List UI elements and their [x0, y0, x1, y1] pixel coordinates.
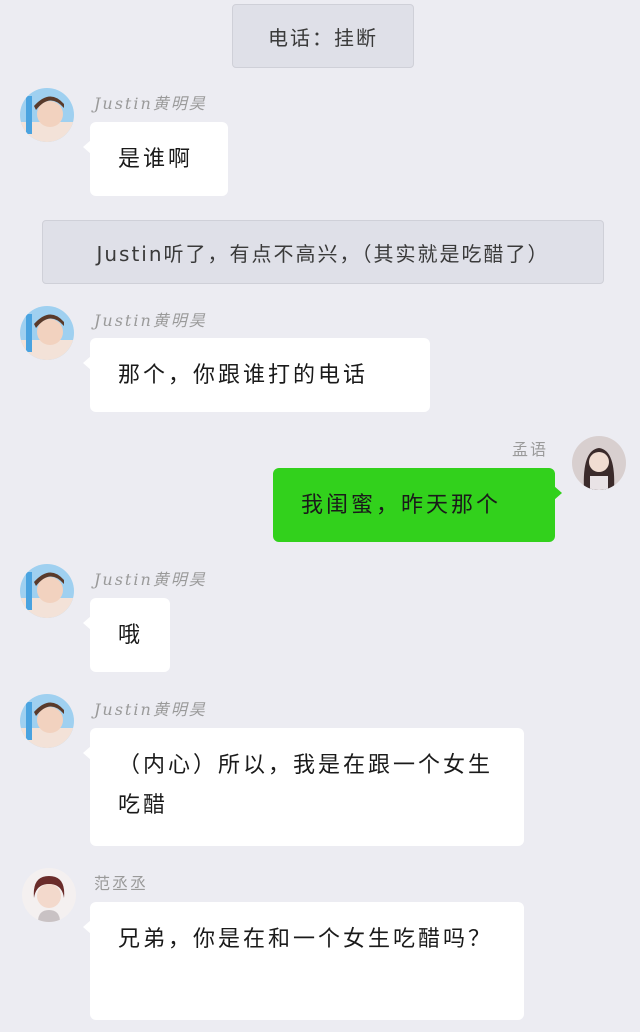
avatar-justin[interactable] [20, 88, 74, 142]
message-text: （内心）所以，我是在跟一个女生吃醋 [118, 753, 494, 818]
system-message-call-ended: 电话：挂断 [232, 4, 414, 68]
avatar-justin[interactable] [20, 694, 74, 748]
avatar-self-image [572, 436, 626, 490]
message-bubble[interactable]: 哦 [83, 598, 170, 672]
sender-name: Justin黄明昊 [94, 311, 207, 330]
message-bubble[interactable]: （内心）所以，我是在跟一个女生吃醋 [83, 728, 524, 846]
system-message-text: Justin听了，有点不高兴，（其实就是吃醋了） [96, 241, 550, 266]
system-message-narration: Justin听了，有点不高兴，（其实就是吃醋了） [42, 220, 604, 284]
avatar-justin-image [20, 88, 74, 142]
sender-name: Justin黄明昊 [94, 570, 207, 589]
message-text: 那个，你跟谁打的电话 [118, 363, 369, 388]
avatar-justin-image [20, 694, 74, 748]
avatar-justin[interactable] [20, 306, 74, 360]
sender-name-self: 孟语 [512, 440, 549, 459]
message-bubble[interactable]: 那个，你跟谁打的电话 [83, 338, 430, 412]
message-text: 我闺蜜，昨天那个 [301, 493, 502, 518]
sender-name: Justin黄明昊 [94, 94, 207, 113]
message-bubble-self[interactable]: 我闺蜜，昨天那个 [273, 468, 562, 542]
avatar-self[interactable] [572, 436, 626, 490]
avatar-justin-image [20, 564, 74, 618]
sender-name: 范丞丞 [94, 874, 149, 893]
message-text: 兄弟，你是在和一个女生吃醋吗？ [118, 927, 494, 952]
avatar-justin[interactable] [20, 564, 74, 618]
message-bubble[interactable]: 是谁啊 [83, 122, 228, 196]
sender-name: Justin黄明昊 [94, 700, 207, 719]
message-bubble[interactable]: 兄弟，你是在和一个女生吃醋吗？ [83, 902, 524, 1020]
chat-area: 电话：挂断 Justin黄明昊 是谁啊 Justin听了，有点不高兴，（其实就是… [0, 0, 640, 1032]
avatar-fan-image [22, 868, 76, 922]
avatar-fan[interactable] [22, 868, 76, 922]
avatar-justin-image [20, 306, 74, 360]
system-message-text: 电话：挂断 [268, 25, 378, 50]
message-text: 是谁啊 [118, 147, 194, 172]
message-text: 哦 [118, 623, 144, 648]
